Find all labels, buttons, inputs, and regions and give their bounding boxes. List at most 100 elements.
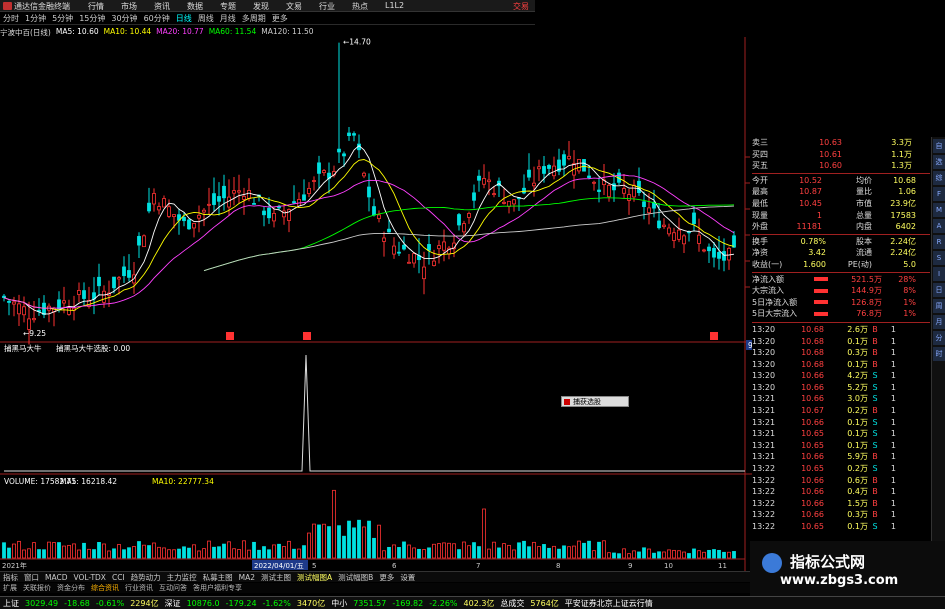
stat-label: 今开 — [752, 175, 768, 185]
candle-body — [342, 153, 346, 157]
menu-item[interactable]: 专题 — [220, 1, 253, 12]
toolbar-button[interactable]: 周 — [933, 299, 945, 313]
indicator-tab[interactable]: VOL-TDX — [70, 573, 108, 582]
period-item[interactable]: 日线 — [173, 13, 195, 24]
period-item[interactable]: 更多 — [269, 13, 291, 24]
period-item[interactable]: 5分钟 — [49, 13, 76, 24]
event-marker-icon[interactable] — [710, 332, 718, 340]
toolbar-button[interactable]: 自 — [933, 139, 945, 153]
tick-count: 1 — [890, 371, 896, 381]
flow-value: 126.8万 — [851, 297, 882, 307]
tick-side: B — [872, 348, 878, 358]
volume-bar — [337, 525, 341, 559]
volume-bar — [452, 543, 456, 559]
menu-item[interactable]: L1L2 — [385, 1, 418, 12]
status-item: 5764亿 — [530, 598, 559, 608]
toolbar-button[interactable]: R — [933, 235, 945, 249]
period-item[interactable]: 60分钟 — [141, 13, 173, 24]
period-item[interactable]: 周线 — [195, 13, 217, 24]
stat-value: 5.0 — [903, 259, 916, 269]
indicator-tab[interactable]: MA2 — [236, 573, 258, 582]
period-item[interactable]: 分时 — [0, 13, 22, 24]
indicator-tab[interactable]: MACD — [42, 573, 70, 582]
toolbar-button[interactable]: A — [933, 219, 945, 233]
indicator-tab[interactable]: 更多 — [376, 572, 397, 583]
toolbar-button[interactable]: S — [933, 251, 945, 265]
period-item[interactable]: 月线 — [217, 13, 239, 24]
indicator-tab[interactable]: 趋势动力 — [128, 572, 164, 583]
indicator-tab[interactable]: 测试幅图A — [294, 572, 335, 583]
candle-body — [577, 158, 581, 172]
candle-body — [647, 207, 651, 214]
indicator-tab[interactable]: CCI — [109, 573, 128, 582]
menu-item[interactable]: 文易 — [286, 1, 319, 12]
title-bar: 通达信金融终端 行情 市场 资讯 数据 专题 发现 文易 行业 热点 L1L2 … — [0, 0, 535, 12]
info-tab[interactable]: 互动问答 — [156, 583, 190, 593]
stat-label: 净资 — [752, 248, 768, 258]
menu-item[interactable]: 市场 — [121, 1, 154, 12]
candle-body — [432, 260, 436, 266]
volume-bar — [472, 542, 476, 559]
status-item: 3029.49 — [25, 598, 59, 608]
toolbar-button[interactable]: 分 — [933, 331, 945, 345]
menu-item[interactable]: 数据 — [187, 1, 220, 12]
toolbar-button[interactable]: 月 — [933, 315, 945, 329]
volume-bar — [272, 544, 276, 559]
toolbar-button[interactable]: 选 — [933, 155, 945, 169]
status-bar: 上证 3029.49 -18.68 -0.61% 2294亿 深证 10876.0 -179.… — [0, 596, 945, 609]
tick-count: 1 — [890, 348, 896, 358]
stat-value: 1 — [816, 210, 822, 220]
info-tab[interactable]: 行业资讯 — [122, 583, 156, 593]
event-marker-icon[interactable] — [303, 332, 311, 340]
indicator-tab[interactable]: 指标 — [0, 572, 21, 583]
indicator-tab[interactable]: 测试主图 — [258, 572, 294, 583]
toolbar-button[interactable]: 日 — [933, 283, 945, 297]
indicator-tab[interactable]: 私募主图 — [200, 572, 236, 583]
candle-body — [592, 181, 596, 184]
tick-side: S — [872, 394, 878, 404]
volume-bar — [167, 549, 171, 559]
indicator-tab[interactable]: 主力监控 — [164, 572, 200, 583]
period-item[interactable]: 15分钟 — [76, 13, 108, 24]
period-item[interactable]: 30分钟 — [108, 13, 140, 24]
volume-bar — [357, 519, 361, 559]
status-item: 3470亿 — [296, 598, 326, 608]
candle-body — [172, 214, 176, 217]
toolbar-button[interactable]: I — [933, 267, 945, 281]
quote-row: 13:21 10.66 5.9万 B 1 — [752, 451, 930, 463]
date-cursor-label: 2022/04/01/五 — [254, 562, 304, 570]
period-item[interactable]: 1分钟 — [22, 13, 49, 24]
period-item[interactable]: 多周期 — [239, 13, 269, 24]
info-tab[interactable]: 关联报价 — [20, 583, 54, 593]
toolbar-button[interactable]: F — [933, 187, 945, 201]
indicator-tab[interactable]: 测试幅图B — [335, 572, 376, 583]
candle-body — [102, 290, 106, 303]
indicator-tab[interactable]: 窗口 — [21, 572, 42, 583]
select-stock-popup[interactable]: 捕获选股 — [561, 396, 629, 407]
flow-value: 521.5万 — [851, 274, 882, 284]
toolbar-button[interactable]: 综 — [933, 171, 945, 185]
volume-bar — [732, 551, 736, 559]
tick-price: 10.68 — [801, 359, 824, 369]
info-tab[interactable]: 答用户福利专享 — [190, 583, 245, 593]
info-tab[interactable]: 资金分布 — [54, 583, 88, 593]
info-tab[interactable]: 综合资讯 — [88, 583, 122, 593]
menu-item[interactable]: 热点 — [352, 1, 385, 12]
volume-bar — [37, 549, 41, 559]
info-tab[interactable]: 扩展 — [0, 583, 20, 593]
menu-item[interactable]: 行情 — [88, 1, 121, 12]
candle-body — [542, 166, 546, 174]
toolbar-button[interactable]: 时 — [933, 347, 945, 361]
candle-body — [412, 253, 416, 264]
menu-item[interactable]: 发现 — [253, 1, 286, 12]
menu-item[interactable]: 行业 — [319, 1, 352, 12]
event-marker-icon[interactable] — [226, 332, 234, 340]
menu-item[interactable]: 资讯 — [154, 1, 187, 12]
volume-bar — [12, 543, 16, 559]
chart-area[interactable]: 12.5012.0011.5011.0010.5010.00 ←14.70←9.… — [0, 37, 752, 571]
tick-count: 1 — [890, 522, 896, 531]
indicator-tab[interactable]: 设置 — [397, 572, 418, 583]
trade-button[interactable]: 交易 — [513, 1, 529, 12]
toolbar-button[interactable]: M — [933, 203, 945, 217]
volume-bar — [317, 524, 321, 559]
